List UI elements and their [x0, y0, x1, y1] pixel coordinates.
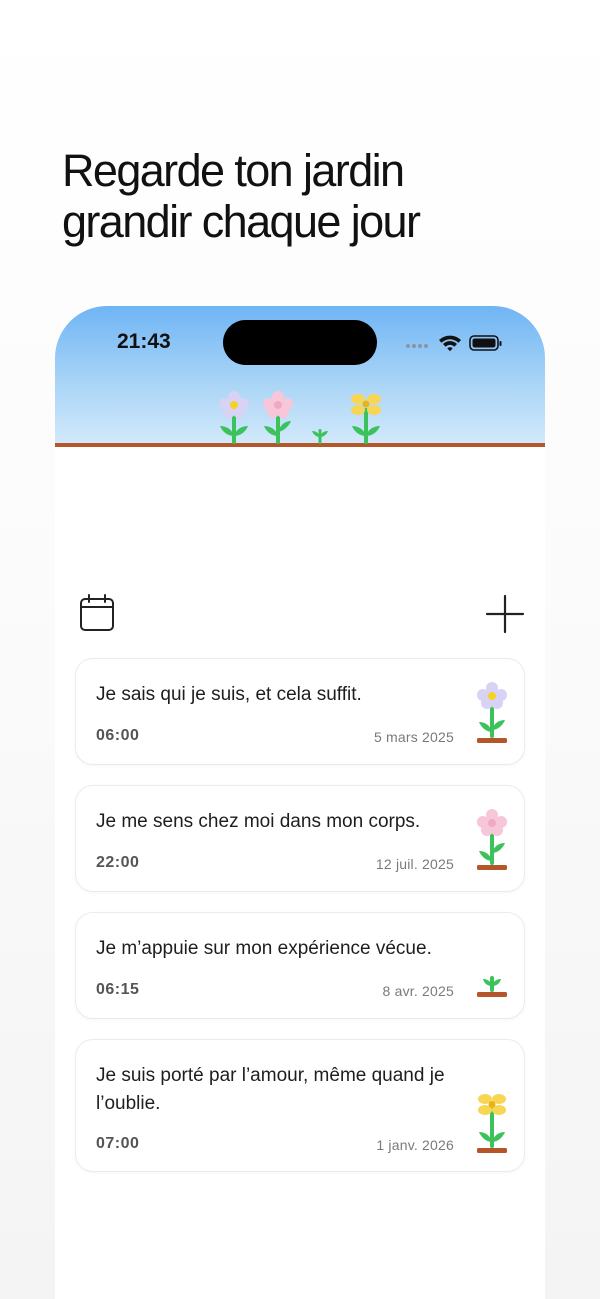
entry-time: 07:00 — [96, 1135, 140, 1152]
garden-ground — [55, 443, 545, 447]
status-icons — [406, 335, 502, 352]
headline-line-2: grandir chaque jour — [62, 196, 421, 247]
entry-text: Je sais qui je suis, et cela suffit. — [96, 684, 362, 705]
garden-lavender-flower — [219, 391, 249, 444]
entry-time: 22:00 — [96, 854, 140, 871]
headline-line-1: Regarde ton jardin — [62, 145, 405, 196]
wifi-icon — [439, 335, 461, 352]
entry-date: 5 mars 2025 — [373, 729, 454, 745]
entry-card[interactable]: Je sais qui je suis, et cela suffit. 06:… — [75, 658, 525, 765]
battery-icon — [469, 335, 502, 351]
entry-time: 06:00 — [96, 727, 140, 744]
entry-date: 12 juil. 2025 — [375, 856, 454, 872]
dynamic-island — [223, 320, 377, 365]
entry-text: Je m’appuie sur mon expérience vécue. — [96, 938, 432, 959]
pink-flower-icon — [477, 809, 507, 870]
garden-yellow-flower — [351, 394, 381, 444]
entry-date: 8 avr. 2025 — [382, 983, 454, 999]
calendar-icon[interactable] — [79, 594, 115, 632]
entry-time: 06:15 — [96, 981, 140, 998]
entry-card[interactable]: Je me sens chez moi dans mon corps. 22:0… — [75, 785, 525, 892]
entry-card[interactable]: Je m’appuie sur mon expérience vécue. 06… — [75, 912, 525, 1019]
entry-date: 1 janv. 2026 — [376, 1137, 454, 1153]
entry-text: Je me sens chez moi dans mon corps. — [96, 811, 421, 832]
sprout-icon — [477, 976, 507, 997]
headline: Regarde ton jardin grandir chaque jour — [62, 145, 562, 247]
plus-icon[interactable] — [485, 594, 525, 634]
status-time: 21:43 — [117, 330, 171, 353]
phone-screen: 21:43 Je sais qui je suis, et cela suffi… — [55, 306, 545, 1299]
signal-dots-icon — [406, 344, 428, 348]
entry-text: Je suis porté par l’amour, même quand je… — [96, 1065, 445, 1114]
garden-sprout — [312, 429, 328, 444]
garden-pink-flower — [263, 391, 293, 444]
yellow-flower-icon — [477, 1094, 507, 1153]
entry-card[interactable]: Je suis porté par l’amour, même quand je… — [75, 1039, 525, 1172]
lavender-flower-icon — [477, 682, 507, 743]
